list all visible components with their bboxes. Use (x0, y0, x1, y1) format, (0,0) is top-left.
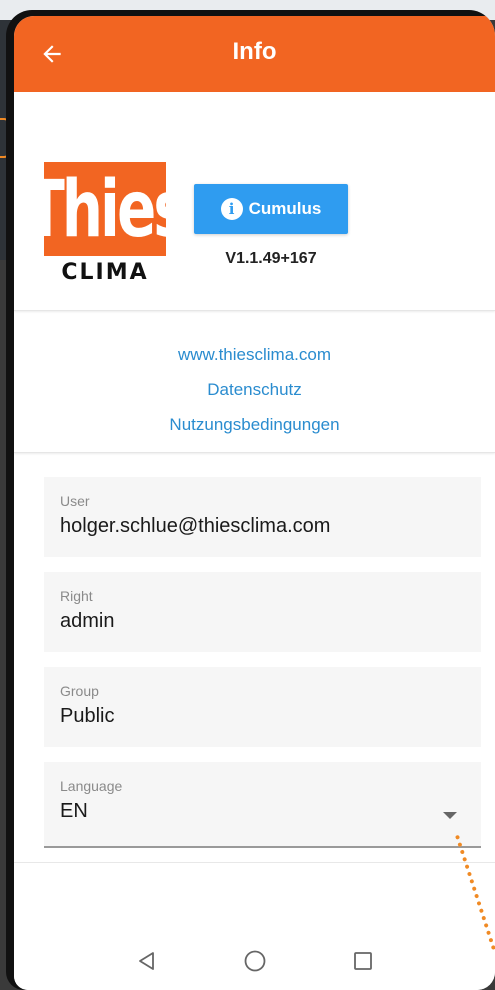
nav-home-button[interactable] (240, 946, 270, 976)
dropdown-arrow-icon (443, 812, 457, 819)
right-field-value: admin (60, 610, 115, 632)
info-icon: i (220, 198, 243, 220)
app-bar: Info (14, 16, 495, 92)
cumulus-button-label: Cumulus (248, 199, 322, 218)
group-field-label: Group (60, 683, 99, 699)
app-screen: Info Thies CLIMA i Cumulus V1.1.49+167 w… (14, 16, 495, 990)
website-link[interactable]: www.thiesclima.com (14, 337, 495, 372)
logo-word: Thies (25, 163, 188, 255)
account-fields: User holger.schlue@thiesclima.com Right … (14, 453, 495, 848)
language-select-value: EN (60, 800, 88, 822)
privacy-link[interactable]: Datenschutz (14, 372, 495, 407)
about-card: Thies CLIMA i Cumulus V1.1.49+167 (14, 92, 495, 311)
phone-frame: Info Thies CLIMA i Cumulus V1.1.49+167 w… (6, 10, 495, 990)
logo-box: Thies (25, 162, 188, 256)
user-field: User holger.schlue@thiesclima.com (44, 477, 481, 557)
version-label: V1.1.49+167 (225, 250, 317, 267)
cumulus-button[interactable]: i Cumulus (194, 184, 348, 234)
triangle-back-icon (138, 952, 154, 970)
user-field-value: holger.schlue@thiesclima.com (60, 515, 331, 537)
page-title: Info (232, 38, 277, 65)
right-field-label: Right (60, 588, 93, 604)
thies-clima-logo: Thies CLIMA (25, 162, 188, 285)
links-card: www.thiesclima.com Datenschutz Nutzungsb… (14, 311, 495, 453)
right-field: Right admin (44, 572, 481, 652)
terms-link[interactable]: Nutzungsbedingungen (14, 407, 495, 442)
square-recents-icon (353, 952, 372, 970)
language-select[interactable]: Language EN (44, 762, 481, 848)
group-field: Group Public (44, 667, 481, 747)
nav-back-button[interactable] (132, 946, 162, 976)
logo-subtitle: CLIMA (61, 260, 149, 285)
circle-home-icon (244, 950, 265, 972)
system-nav-bar (14, 932, 495, 990)
divider (14, 862, 495, 863)
user-field-label: User (60, 493, 90, 509)
group-field-value: Public (60, 705, 115, 727)
nav-recents-button[interactable] (348, 946, 378, 976)
language-select-label: Language (60, 778, 123, 794)
